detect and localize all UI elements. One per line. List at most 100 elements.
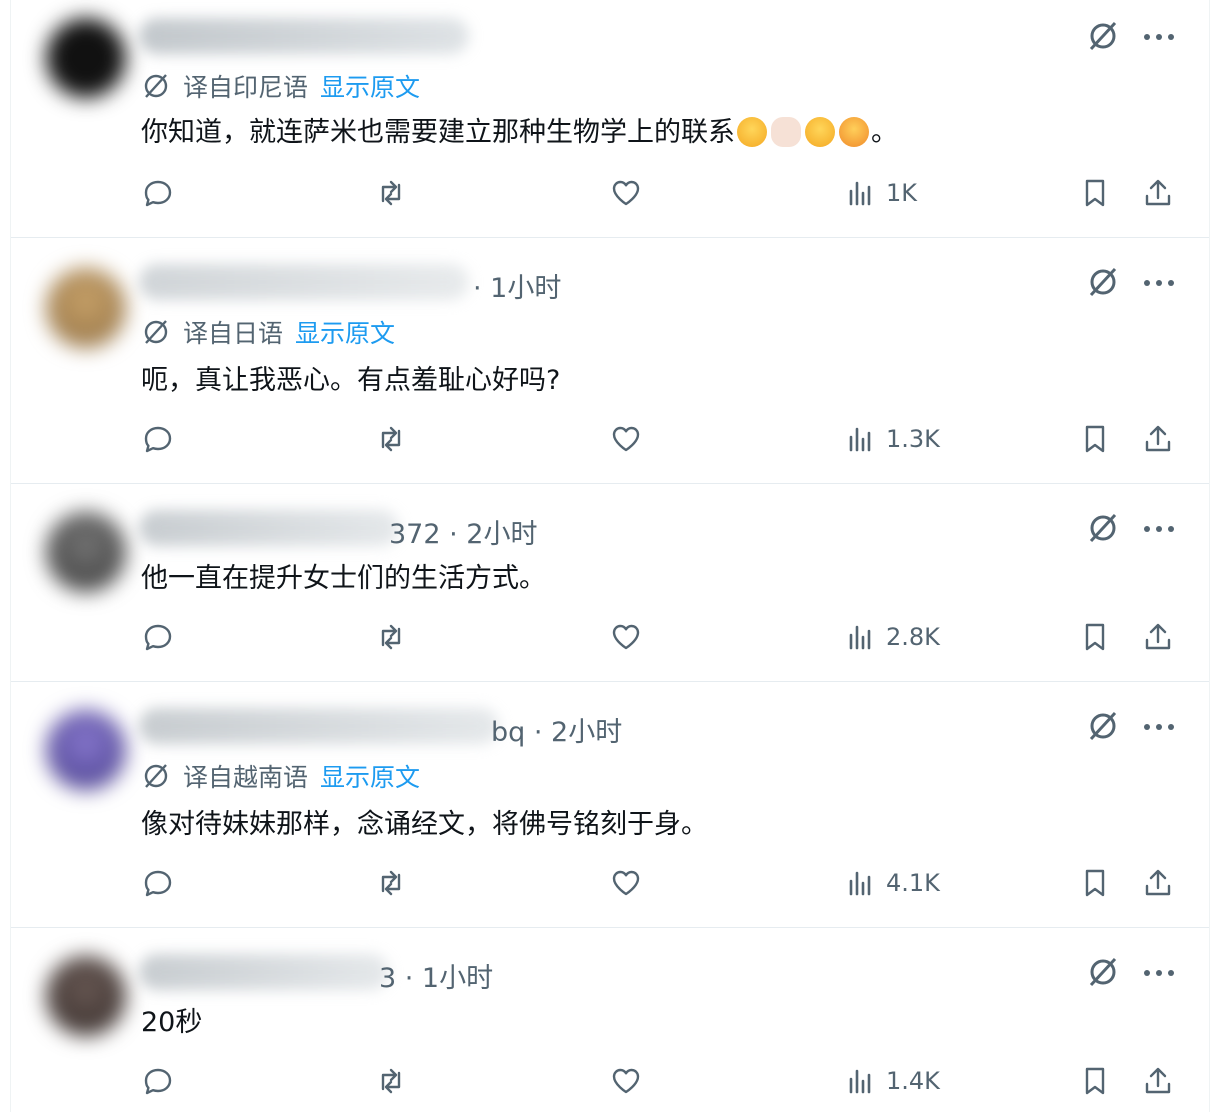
views-button[interactable]: 2.8K bbox=[844, 617, 940, 657]
more-icon[interactable] bbox=[1141, 521, 1177, 537]
reply-button[interactable] bbox=[141, 863, 175, 903]
heart-icon bbox=[612, 426, 640, 452]
action-bar: 1K bbox=[11, 173, 1209, 213]
views-button[interactable]: 1K bbox=[844, 173, 917, 213]
views-icon bbox=[849, 1069, 871, 1094]
reply-item[interactable]: bq · 2小时 译自越南语 显示原文 像对待妹妹那样，念诵经文，将佛号铭刻于身… bbox=[11, 682, 1209, 928]
reply-icon bbox=[144, 426, 172, 453]
show-original-link[interactable]: 显示原文 bbox=[320, 68, 420, 104]
reply-item[interactable]: 译自印尼语 显示原文 你知道，就连萨米也需要建立那种生物学上的联系 。 1K bbox=[11, 0, 1209, 238]
like-button[interactable] bbox=[609, 173, 643, 213]
translate-icon bbox=[144, 74, 168, 98]
retweet-icon bbox=[381, 180, 401, 206]
share-icon bbox=[1145, 425, 1171, 452]
avatar[interactable] bbox=[46, 956, 126, 1036]
author-name-blurred[interactable] bbox=[139, 708, 499, 744]
reply-button[interactable] bbox=[141, 617, 175, 657]
more-icon[interactable] bbox=[1141, 275, 1177, 291]
author-name-blurred[interactable] bbox=[139, 954, 389, 990]
grok-icon[interactable] bbox=[1085, 510, 1121, 546]
retweet-icon bbox=[381, 426, 401, 452]
views-button[interactable]: 4.1K bbox=[844, 863, 940, 903]
retweet-icon bbox=[381, 1068, 401, 1094]
views-count: 2.8K bbox=[886, 623, 940, 651]
translation-label: 译自越南语 bbox=[183, 763, 309, 792]
grok-icon[interactable] bbox=[1085, 18, 1121, 54]
action-bar: 1.3K bbox=[11, 419, 1209, 459]
post-time[interactable]: bq · 2小时 bbox=[491, 710, 622, 749]
bookmark-icon bbox=[1085, 425, 1105, 453]
reply-text-end: 。 bbox=[871, 117, 898, 148]
avatar[interactable] bbox=[46, 710, 126, 790]
retweet-button[interactable] bbox=[374, 1061, 408, 1101]
share-button[interactable] bbox=[1141, 617, 1175, 657]
avatar[interactable] bbox=[46, 18, 126, 98]
post-time[interactable]: 372 · 2小时 bbox=[389, 512, 537, 551]
views-icon bbox=[849, 871, 871, 896]
bookmark-button[interactable] bbox=[1078, 1061, 1112, 1101]
share-icon bbox=[1145, 869, 1171, 896]
reply-item[interactable]: 3 · 1小时 20秒 1.4K bbox=[11, 928, 1209, 1112]
like-button[interactable] bbox=[609, 1061, 643, 1101]
author-name-blurred[interactable] bbox=[139, 510, 399, 546]
views-count: 1K bbox=[886, 179, 918, 207]
retweet-icon bbox=[381, 870, 401, 896]
share-button[interactable] bbox=[1141, 863, 1175, 903]
face-with-tears-of-joy-icon bbox=[737, 116, 767, 147]
translate-icon bbox=[144, 320, 168, 344]
reply-button[interactable] bbox=[141, 173, 175, 213]
reply-item[interactable]: · 1小时 译自日语 显示原文 呃，真让我恶心。有点羞耻心好吗? 1.3K bbox=[11, 238, 1209, 484]
show-original-link[interactable]: 显示原文 bbox=[295, 314, 395, 350]
action-bar: 2.8K bbox=[11, 617, 1209, 657]
like-button[interactable] bbox=[609, 863, 643, 903]
translation-row: 译自印尼语 显示原文 bbox=[141, 68, 420, 104]
author-name-blurred[interactable] bbox=[139, 18, 469, 54]
share-button[interactable] bbox=[1141, 419, 1175, 459]
post-time[interactable]: · 1小时 bbox=[473, 266, 561, 305]
reply-text: 呃，真让我恶心。有点羞耻心好吗? bbox=[141, 365, 561, 396]
like-button[interactable] bbox=[609, 617, 643, 657]
grok-icon[interactable] bbox=[1085, 954, 1121, 990]
retweet-button[interactable] bbox=[374, 617, 408, 657]
heart-icon bbox=[612, 180, 640, 206]
reply-button[interactable] bbox=[141, 1061, 175, 1101]
views-count: 1.4K bbox=[886, 1067, 940, 1095]
show-original-link[interactable]: 显示原文 bbox=[320, 758, 420, 794]
retweet-button[interactable] bbox=[374, 863, 408, 903]
more-icon[interactable] bbox=[1141, 719, 1177, 735]
grok-icon[interactable] bbox=[1085, 708, 1121, 744]
views-count: 1.3K bbox=[886, 425, 940, 453]
like-button[interactable] bbox=[609, 419, 643, 459]
reply-text: 你知道，就连萨米也需要建立那种生物学上的联系 。 bbox=[141, 110, 898, 149]
rolling-on-floor-laughing-icon bbox=[805, 116, 835, 147]
retweet-button[interactable] bbox=[374, 173, 408, 213]
bookmark-button[interactable] bbox=[1078, 863, 1112, 903]
reply-item[interactable]: 372 · 2小时 他一直在提升女士们的生活方式。 2.8K bbox=[11, 484, 1209, 682]
share-icon bbox=[1145, 1067, 1171, 1094]
views-button[interactable]: 1.4K bbox=[844, 1061, 940, 1101]
bookmark-button[interactable] bbox=[1078, 617, 1112, 657]
translation-row: 译自日语 显示原文 bbox=[141, 314, 395, 350]
more-icon[interactable] bbox=[1141, 29, 1177, 45]
replies-feed: 译自印尼语 显示原文 你知道，就连萨米也需要建立那种生物学上的联系 。 1K · … bbox=[10, 0, 1210, 1112]
views-icon bbox=[849, 181, 871, 206]
share-button[interactable] bbox=[1141, 173, 1175, 213]
author-name-blurred[interactable] bbox=[139, 264, 469, 300]
translation-row: 译自越南语 显示原文 bbox=[141, 758, 420, 794]
reply-text: 他一直在提升女士们的生活方式。 bbox=[141, 563, 546, 594]
bookmark-button[interactable] bbox=[1078, 173, 1112, 213]
retweet-button[interactable] bbox=[374, 419, 408, 459]
reply-button[interactable] bbox=[141, 419, 175, 459]
share-button[interactable] bbox=[1141, 1061, 1175, 1101]
bookmark-button[interactable] bbox=[1078, 419, 1112, 459]
reply-icon bbox=[144, 624, 172, 651]
grok-icon[interactable] bbox=[1085, 264, 1121, 300]
views-button[interactable]: 1.3K bbox=[844, 419, 940, 459]
post-time[interactable]: 3 · 1小时 bbox=[379, 956, 493, 995]
action-bar: 4.1K bbox=[11, 863, 1209, 903]
reply-text-main: 你知道，就连萨米也需要建立那种生物学上的联系 bbox=[141, 117, 735, 148]
avatar[interactable] bbox=[46, 268, 126, 348]
more-icon[interactable] bbox=[1141, 965, 1177, 981]
translation-label: 译自日语 bbox=[183, 319, 284, 348]
avatar[interactable] bbox=[46, 512, 126, 592]
